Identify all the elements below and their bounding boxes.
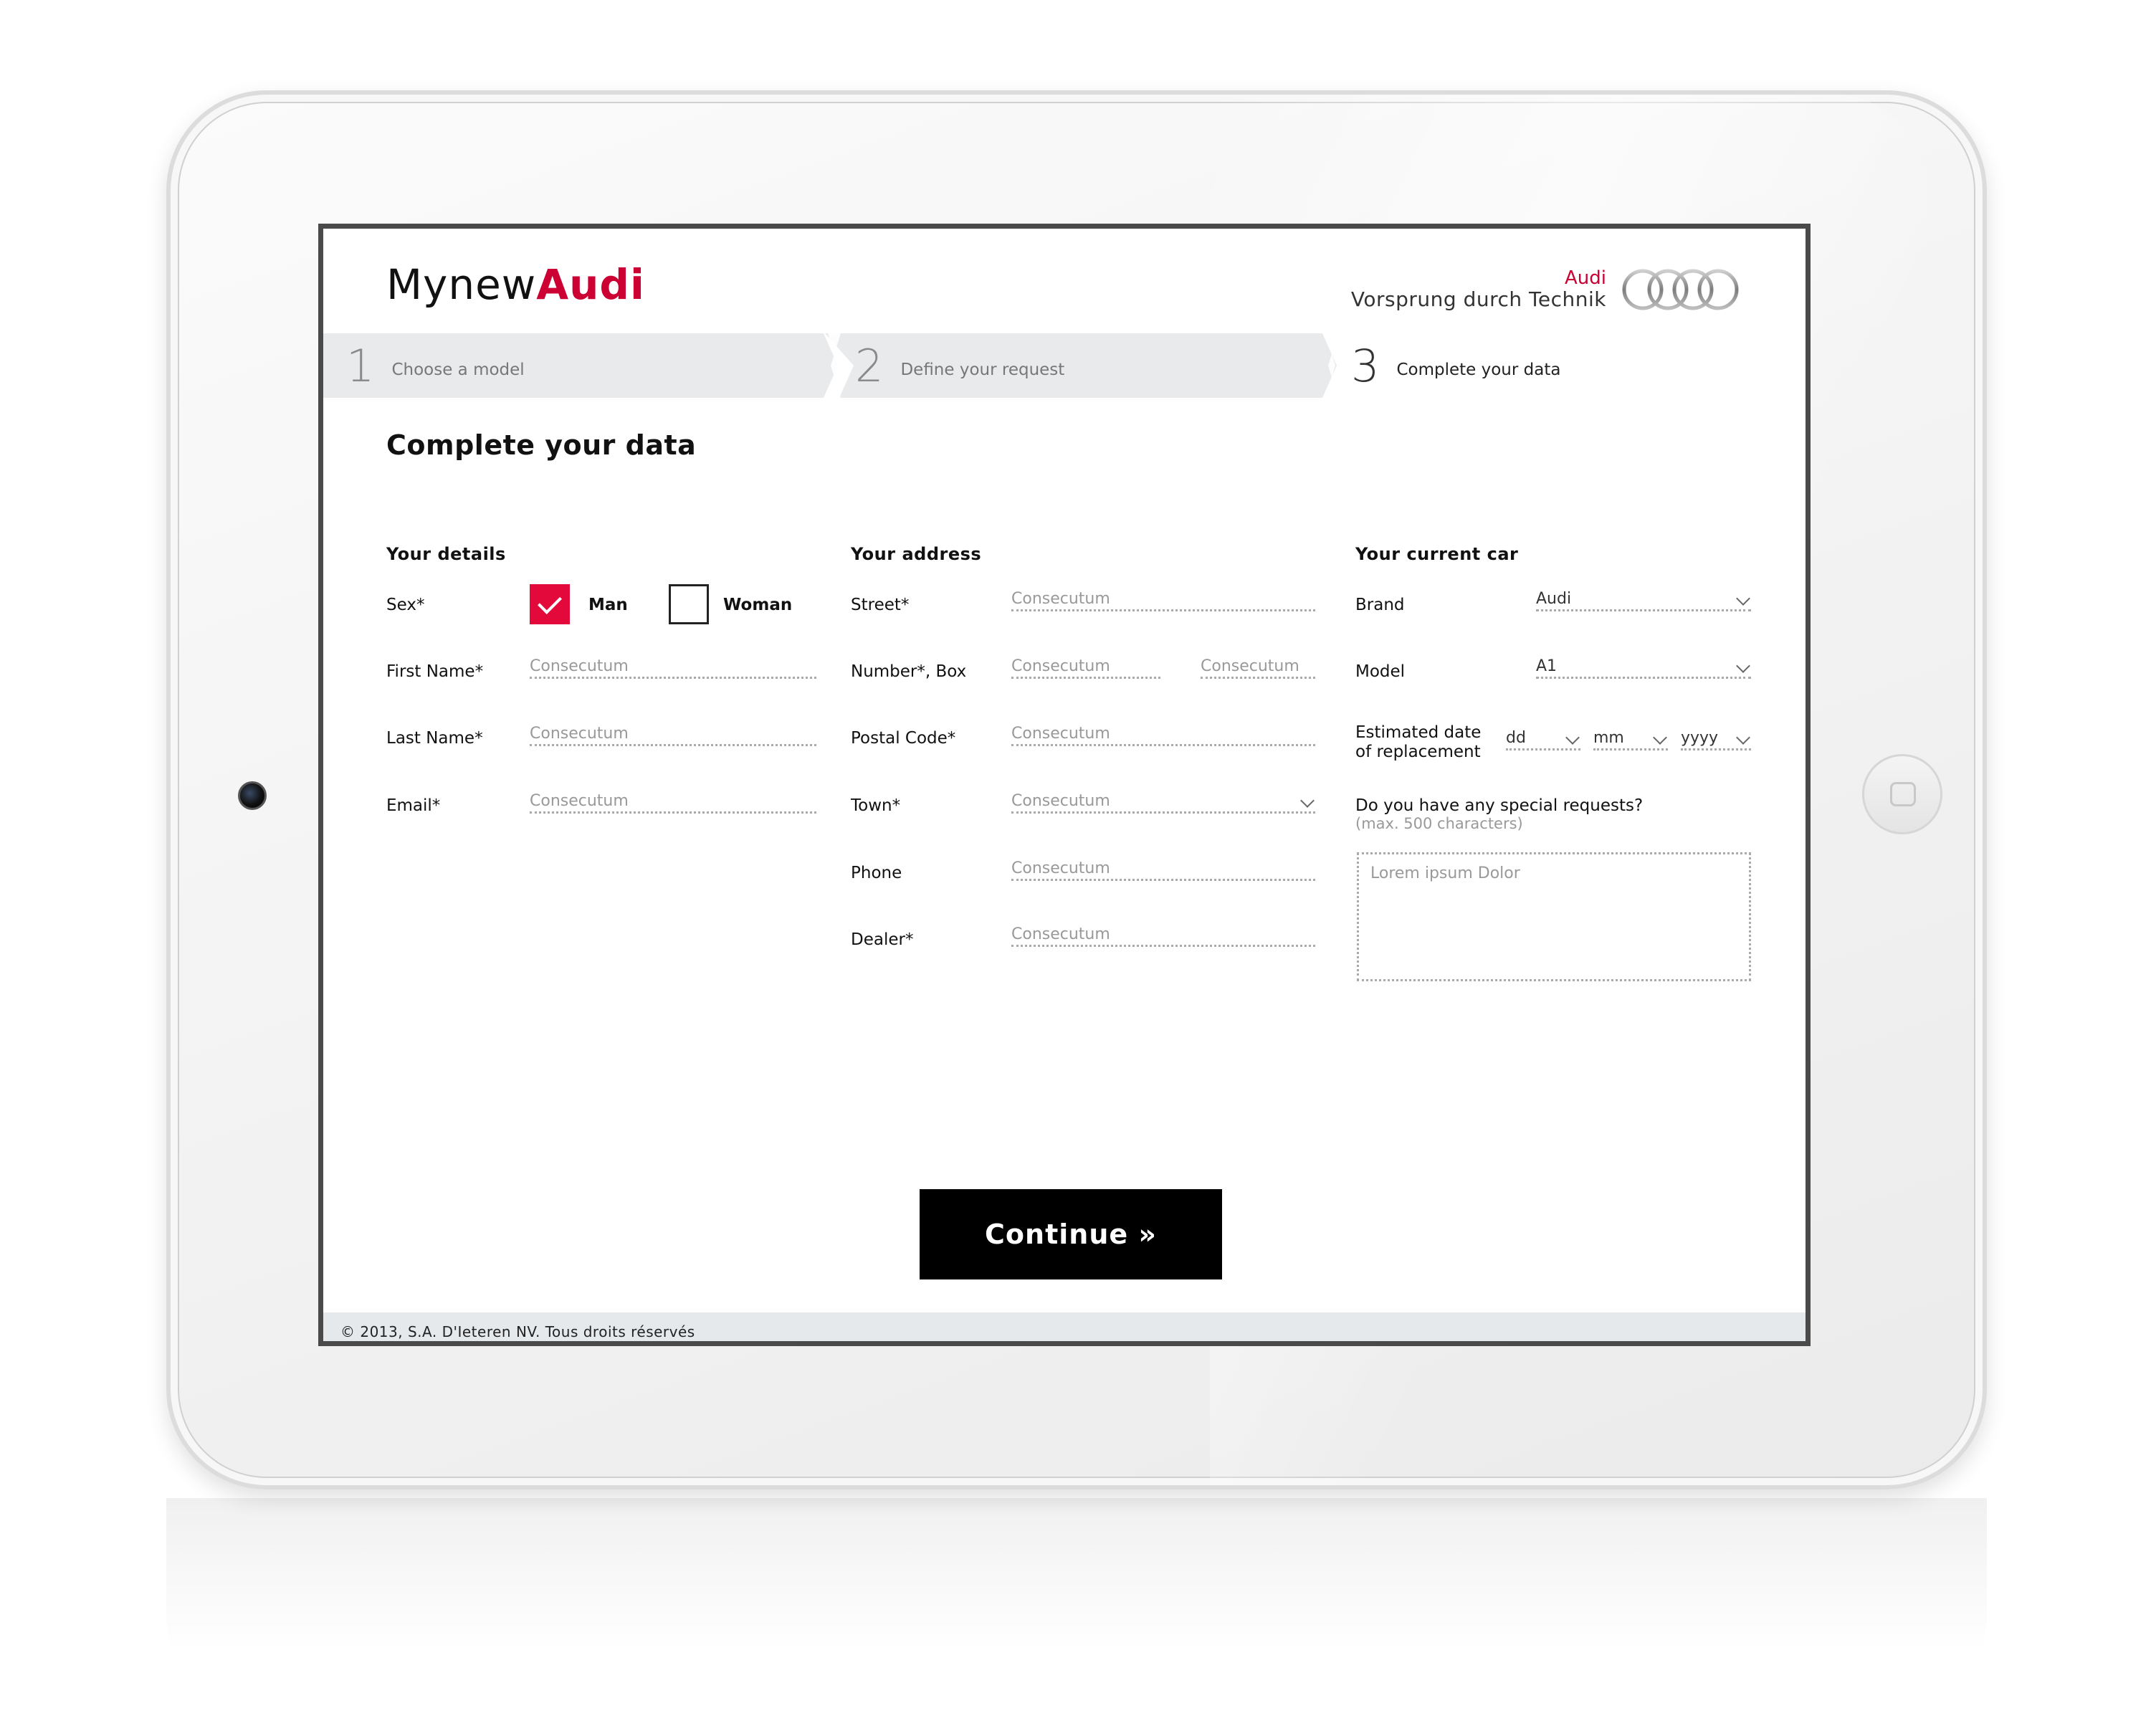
last-name-label: Last Name* [386,729,483,748]
brand-select[interactable]: Audi [1536,587,1751,611]
email-input[interactable]: Consecutum [530,789,816,814]
replacement-date-label-line2: of replacement [1355,743,1481,761]
phone-input[interactable]: Consecutum [1011,857,1315,881]
first-name-placeholder: Consecutum [530,657,629,675]
town-select[interactable]: Consecutum [1011,789,1315,814]
check-icon [538,590,562,614]
step-2-label: Define your request [900,361,1065,379]
phone-placeholder: Consecutum [1011,859,1110,877]
year-select[interactable]: yyyy [1681,726,1751,750]
model-select[interactable]: A1 [1536,654,1751,679]
chevron-down-icon [1565,730,1580,745]
month-value: mm [1593,729,1624,747]
last-name-input[interactable]: Consecutum [530,722,816,746]
chevron-down-icon [1736,730,1750,745]
box-input[interactable]: Consecutum [1201,654,1315,679]
special-requests-textarea[interactable]: Lorem ipsum Dolor [1357,852,1751,981]
logo-brand: Audi [536,260,645,309]
address-section-title: Your address [851,544,982,564]
continue-button[interactable]: Continue » [920,1189,1222,1279]
postal-code-placeholder: Consecutum [1011,725,1110,743]
footer-copyright: © 2013, S.A. D'Ieteren NV. Tous droits r… [340,1323,695,1340]
logo-prefix: Mynew [386,260,537,309]
special-requests-label: Do you have any special requests? [1355,796,1644,815]
month-select[interactable]: mm [1593,726,1668,750]
brand-block: Audi Vorsprung durch Technik [1351,267,1741,312]
replacement-date-label: Estimated date of replacement [1355,723,1481,762]
brand-name: Audi [1565,267,1606,289]
chevron-down-icon [1736,659,1750,673]
step-1-number: 1 [346,339,375,392]
year-value: yyyy [1681,729,1719,747]
step-2[interactable]: 2 Define your request [855,333,1064,398]
special-requests-placeholder: Lorem ipsum Dolor [1370,864,1520,882]
tablet-reflection [166,1498,1987,1716]
step-1[interactable]: 1 Choose a model [346,333,525,398]
dealer-label: Dealer* [851,930,914,949]
dealer-input[interactable]: Consecutum [1011,923,1315,947]
last-name-placeholder: Consecutum [530,725,629,743]
phone-label: Phone [851,864,902,882]
woman-checkbox[interactable] [669,584,709,624]
number-box-label: Number*, Box [851,662,967,681]
postal-code-input[interactable]: Consecutum [1011,722,1315,746]
first-name-input[interactable]: Consecutum [530,654,816,679]
replacement-date-label-line1: Estimated date [1355,723,1482,742]
town-label: Town* [851,796,901,815]
home-square-icon [1890,782,1916,806]
page-title: Complete your data [386,429,697,461]
town-placeholder: Consecutum [1011,792,1110,810]
step-3[interactable]: 3 Complete your data [1351,333,1560,398]
man-label: Man [588,596,628,614]
brand-value: Audi [1536,590,1572,608]
street-label: Street* [851,596,910,614]
details-section-title: Your details [386,544,506,564]
audi-rings-icon [1622,269,1739,310]
app-screen: MynewAudi Audi Vorsprung durch Technik 1… [318,224,1811,1346]
dealer-placeholder: Consecutum [1011,925,1110,943]
brand-label: Brand [1355,596,1405,614]
woman-label: Woman [723,596,793,614]
chevron-down-icon [1300,793,1315,808]
first-name-label: First Name* [386,662,484,681]
brand-slogan: Vorsprung durch Technik [1350,287,1606,311]
chevron-down-icon [1736,591,1750,606]
box-placeholder: Consecutum [1201,657,1299,675]
car-section-title: Your current car [1355,544,1519,564]
number-placeholder: Consecutum [1011,657,1110,675]
email-label: Email* [386,796,441,815]
footer: © 2013, S.A. D'Ieteren NV. Tous droits r… [323,1312,1806,1341]
day-select[interactable]: dd [1506,726,1580,750]
chevron-down-icon [1653,730,1667,745]
camera-icon [238,781,267,810]
step-3-number: 3 [1351,339,1380,392]
postal-code-label: Postal Code* [851,729,956,748]
sex-label: Sex* [386,596,425,614]
street-input[interactable]: Consecutum [1011,587,1315,611]
day-value: dd [1506,729,1526,747]
step-1-label: Choose a model [391,361,525,379]
progress-steps: 1 Choose a model 2 Define your request 3… [323,333,1806,398]
special-requests-hint: (max. 500 characters) [1355,815,1523,832]
number-input[interactable]: Consecutum [1011,654,1160,679]
step-3-label: Complete your data [1396,361,1561,379]
step-2-number: 2 [855,339,884,392]
continue-label: Continue » [985,1219,1157,1250]
home-button[interactable] [1862,754,1942,834]
app-logo[interactable]: MynewAudi [386,260,645,309]
street-placeholder: Consecutum [1011,590,1110,608]
model-value: A1 [1536,657,1558,675]
man-checkbox[interactable] [530,584,570,624]
model-label: Model [1355,662,1406,681]
email-placeholder: Consecutum [530,792,629,810]
